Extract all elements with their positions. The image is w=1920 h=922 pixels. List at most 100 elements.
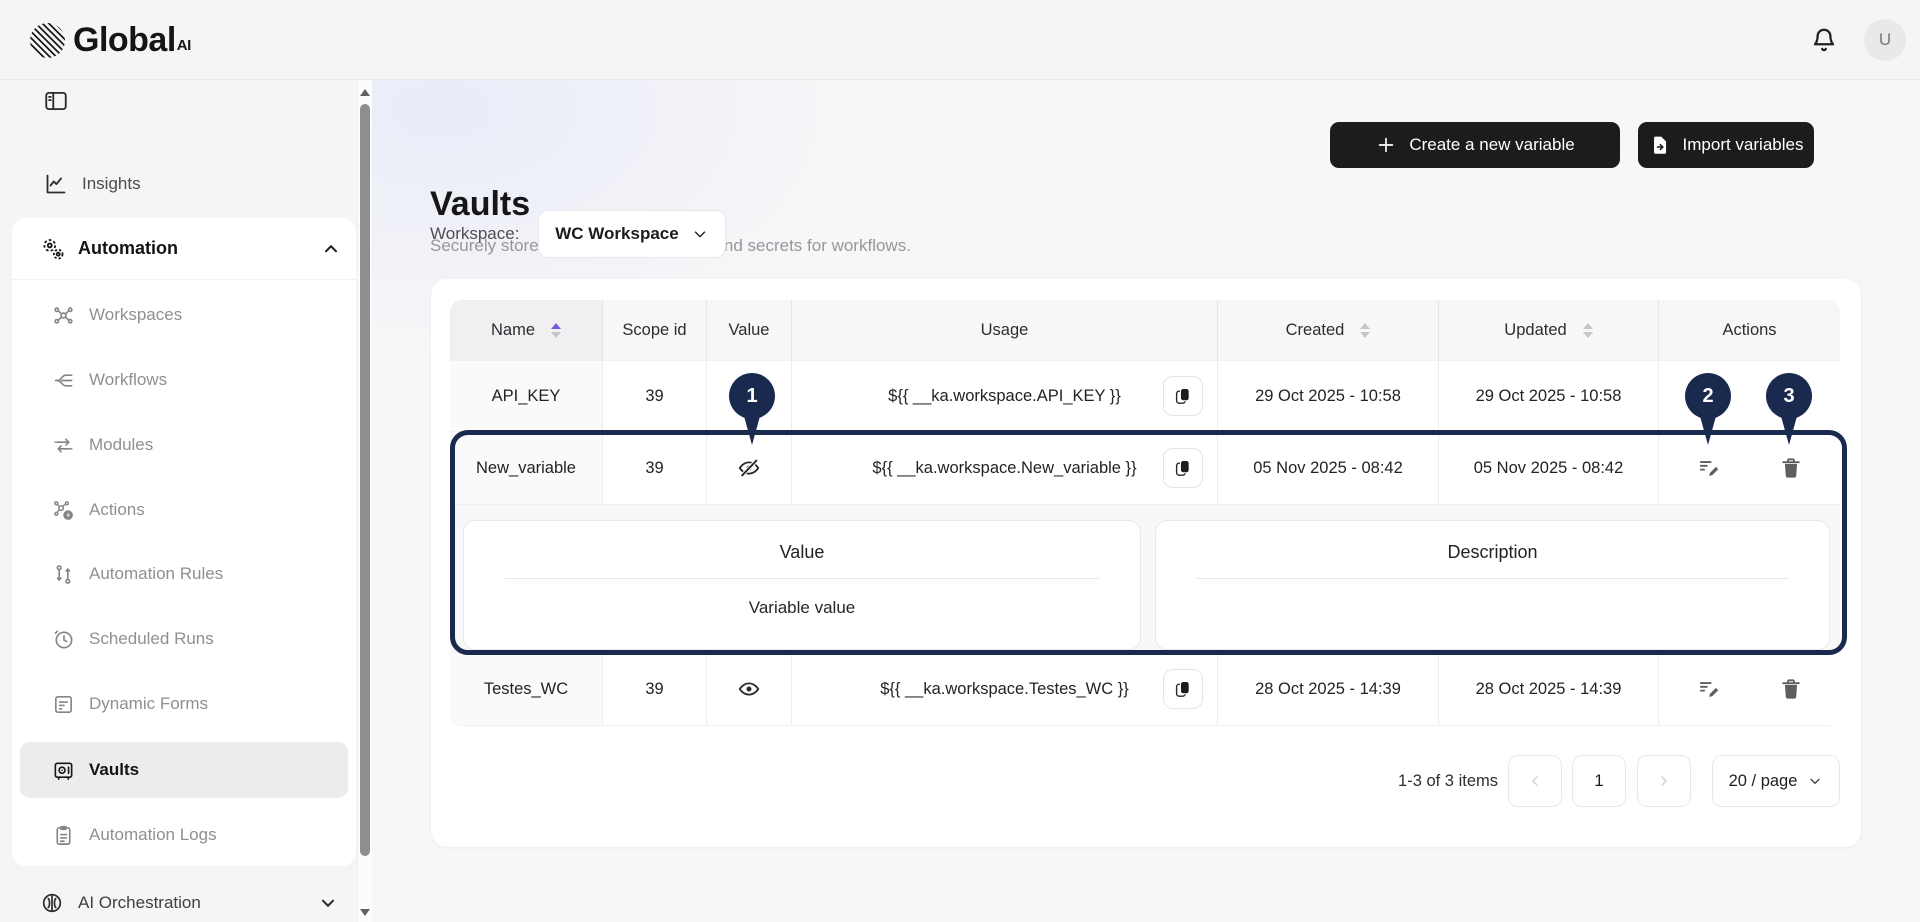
column-header-label: Actions xyxy=(1722,321,1776,340)
cell-usage: ${{ __ka.workspace.API_KEY }} xyxy=(792,361,1218,431)
pagination-prev-button[interactable] xyxy=(1508,755,1562,807)
sort-caret-icon xyxy=(551,323,561,338)
chevron-down-icon xyxy=(1807,773,1823,789)
sidebar-item-label: Vaults xyxy=(89,760,139,780)
vaults-table: Name Scope id Value Usage Created Update… xyxy=(450,300,1840,726)
sidebar-item-label: Actions xyxy=(89,500,145,520)
import-file-icon xyxy=(1649,134,1671,156)
copy-button[interactable] xyxy=(1163,448,1203,488)
notifications-bell-icon[interactable] xyxy=(1808,24,1840,56)
cell-usage: ${{ __ka.workspace.Testes_WC }} xyxy=(792,653,1218,725)
usage-text: ${{ __ka.workspace.API_KEY }} xyxy=(888,387,1121,406)
sidebar-item-workspaces[interactable]: Workspaces xyxy=(12,293,356,337)
brand-sup: AI xyxy=(177,37,191,54)
sidebar-item-dynamic-forms[interactable]: Dynamic Forms xyxy=(12,682,356,726)
sidebar-item-modules[interactable]: Modules xyxy=(12,423,356,467)
sidebar-item-automation[interactable]: Automation xyxy=(12,218,356,280)
edit-icon[interactable] xyxy=(1696,383,1722,409)
sidebar-item-ai-orchestration[interactable]: AI Orchestration xyxy=(0,881,357,922)
sidebar-item-label: Modules xyxy=(89,435,153,455)
scrollbar-thumb[interactable] xyxy=(360,104,370,856)
scrollbar-down-arrow[interactable] xyxy=(360,909,370,916)
sidebar-item-workflows[interactable]: Workflows xyxy=(12,358,356,402)
actions-bolt-icon xyxy=(52,499,75,522)
sidebar-item-label: Workflows xyxy=(89,370,167,390)
column-header-created[interactable]: Created xyxy=(1218,300,1439,360)
copy-button[interactable] xyxy=(1163,669,1203,709)
workspace-select-value: WC Workspace xyxy=(555,224,678,244)
sidebar-toggle-icon[interactable] xyxy=(43,88,69,114)
cell-usage: ${{ __ka.workspace.New_variable }} xyxy=(792,432,1218,504)
chevron-left-icon xyxy=(1525,771,1545,791)
pagination-page-1[interactable]: 1 xyxy=(1572,755,1626,807)
sidebar-item-automation-rules[interactable]: Automation Rules xyxy=(12,552,356,596)
edit-icon[interactable] xyxy=(1696,676,1722,702)
sidebar-item-scheduled-runs[interactable]: Scheduled Runs xyxy=(12,617,356,661)
column-header-label: Updated xyxy=(1504,321,1566,340)
table-row[interactable]: New_variable 39 ${{ __ka.workspace.New_v… xyxy=(450,431,1840,504)
sidebar-item-label: AI Orchestration xyxy=(78,893,201,913)
cell-scope-id: 39 xyxy=(603,361,707,431)
page-size-select[interactable]: 20 / page xyxy=(1712,755,1840,807)
cell-scope-id: 39 xyxy=(603,432,707,504)
sidebar-item-actions[interactable]: Actions xyxy=(12,488,356,532)
sort-caret-icon xyxy=(1583,323,1593,338)
topbar: GlobalAI U xyxy=(0,0,1920,80)
sidebar-item-label: Scheduled Runs xyxy=(89,629,214,649)
vault-safe-icon xyxy=(52,759,75,782)
sidebar: Insights Automation Workspaces xyxy=(0,80,357,922)
eye-icon[interactable] xyxy=(736,383,762,409)
create-variable-label: Create a new variable xyxy=(1409,135,1574,155)
cell-scope-id: 39 xyxy=(603,653,707,725)
ai-orchestration-brain-icon xyxy=(40,891,64,915)
modules-swap-icon xyxy=(52,434,75,457)
gears-icon xyxy=(40,236,66,262)
trash-icon[interactable] xyxy=(1778,383,1804,409)
sidebar-item-label: Insights xyxy=(82,174,141,194)
sidebar-item-insights[interactable]: Insights xyxy=(0,162,357,206)
avatar[interactable]: U xyxy=(1864,19,1906,61)
topbar-actions: U xyxy=(1808,0,1906,80)
page-title: Vaults xyxy=(430,180,530,228)
workspace-select[interactable]: WC Workspace xyxy=(538,210,726,258)
eye-icon[interactable] xyxy=(736,676,762,702)
create-variable-button[interactable]: Create a new variable xyxy=(1330,122,1620,168)
edit-icon[interactable] xyxy=(1696,455,1722,481)
automation-logs-clipboard-icon xyxy=(52,824,75,847)
chevron-up-icon xyxy=(320,238,342,260)
sidebar-item-vaults[interactable]: Vaults xyxy=(12,748,356,792)
pagination-next-button[interactable] xyxy=(1637,755,1691,807)
import-variables-button[interactable]: Import variables xyxy=(1638,122,1814,168)
table-row[interactable]: Testes_WC 39 ${{ __ka.workspace.Testes_W… xyxy=(450,652,1840,726)
sidebar-item-automation-logs[interactable]: Automation Logs xyxy=(12,813,356,857)
workspace-label: Workspace: xyxy=(430,223,519,245)
sidebar-item-label: Automation Logs xyxy=(89,825,217,845)
cell-actions xyxy=(1659,653,1840,725)
workspaces-network-icon xyxy=(52,304,75,327)
column-header-name[interactable]: Name xyxy=(450,300,603,360)
column-header-label: Usage xyxy=(981,321,1029,340)
sidebar-item-label: Dynamic Forms xyxy=(89,694,208,714)
expanded-row-detail: Value Variable value Description xyxy=(450,504,1840,652)
column-header-actions: Actions xyxy=(1659,300,1840,360)
expanded-value-title: Value xyxy=(464,521,1140,563)
trash-icon[interactable] xyxy=(1778,676,1804,702)
pagination: 1-3 of 3 items 1 20 / page xyxy=(1398,755,1840,807)
column-header-updated[interactable]: Updated xyxy=(1439,300,1659,360)
cell-value xyxy=(707,361,792,431)
column-header-label: Scope id xyxy=(622,321,686,340)
insights-chart-icon xyxy=(44,172,68,196)
column-header-label: Created xyxy=(1286,321,1345,340)
expanded-value-content: Variable value xyxy=(464,598,1140,618)
cell-value xyxy=(707,432,792,504)
divider xyxy=(1196,578,1788,579)
app-root: GlobalAI U Insights Automation xyxy=(0,0,1920,922)
cell-name: New_variable xyxy=(450,432,603,504)
table-row[interactable]: API_KEY 39 ${{ __ka.workspace.API_KEY }}… xyxy=(450,360,1840,431)
eye-off-icon[interactable] xyxy=(736,455,762,481)
sidebar-automation-group: Automation Workspaces Workflows xyxy=(12,218,356,866)
copy-button[interactable] xyxy=(1163,376,1203,416)
scrollbar-up-arrow[interactable] xyxy=(360,89,370,96)
column-header-usage: Usage xyxy=(792,300,1218,360)
trash-icon[interactable] xyxy=(1778,455,1804,481)
